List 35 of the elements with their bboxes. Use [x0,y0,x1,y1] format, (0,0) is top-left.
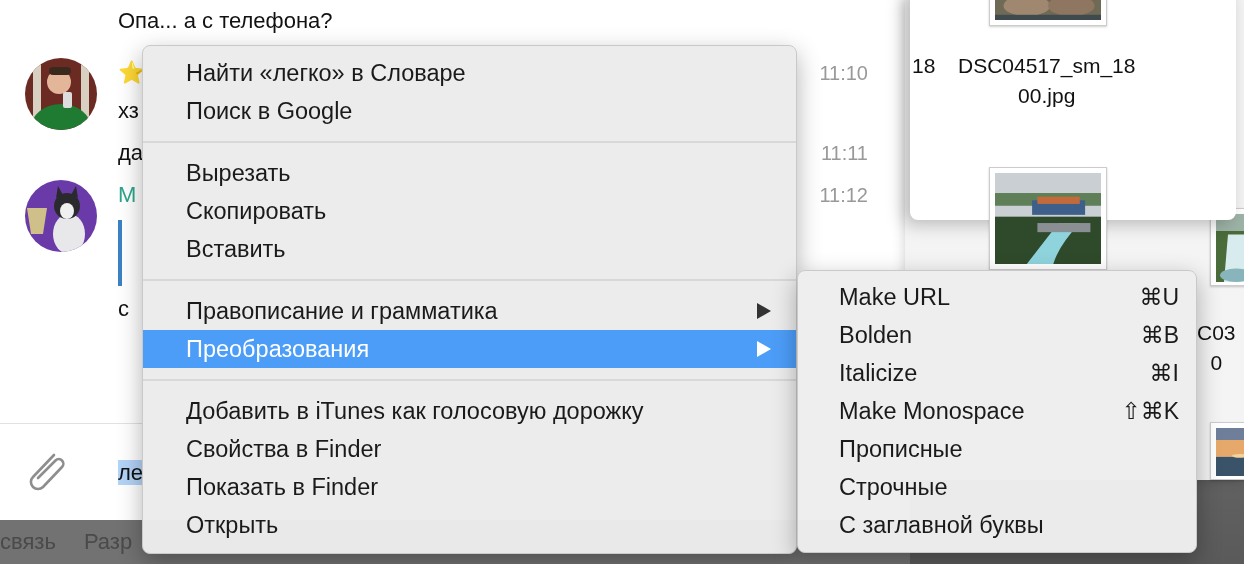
message-text: да [118,140,144,166]
file-name: DSC04517_sm_18 [958,53,1136,80]
file-name: 18 [912,53,936,79]
message-time: 11:11 [820,141,869,165]
message-text: хз [118,98,139,124]
message-text: с [118,296,129,322]
menu-item[interactable]: Найти «легко» в Словаре [143,54,796,92]
submenu-arrow-icon [756,340,772,358]
menu-item[interactable]: Вырезать [143,154,796,192]
menu-item[interactable]: Скопировать [143,192,796,230]
menu-item[interactable]: Italicize ⌘I [798,354,1196,392]
message-time: 11:12 [819,183,869,207]
menu-item[interactable]: Поиск в Google [143,92,796,130]
menu-item[interactable]: Открыть [143,506,796,544]
menu-item[interactable]: Свойства в Finder [143,430,796,468]
menu-item[interactable]: Показать в Finder [143,468,796,506]
message-input[interactable]: ле [118,458,144,486]
menu-item[interactable]: Прописные [798,430,1196,468]
menu-item[interactable]: Правописание и грамматика [143,292,796,330]
menu-item[interactable]: Вставить [143,230,796,268]
file-name: 0 [1210,350,1223,376]
menu-item[interactable]: Bolden ⌘B [798,316,1196,354]
message-text: ⭐ [118,60,145,86]
author-name: М [118,182,137,208]
menu-item[interactable]: Строчные [798,468,1196,506]
file-name: C03 [1197,320,1236,346]
submenu-arrow-icon [756,302,772,320]
message-time: 11:10 [819,61,869,85]
message-text: Опа... а с телефона? [118,8,333,34]
menu-item[interactable]: Make URL ⌘U [798,278,1196,316]
file-name: 00.jpg [1018,83,1076,109]
menu-item[interactable]: Добавить в iTunes как голосовую дорожку [143,392,796,430]
menu-item[interactable]: С заглавной буквы [798,506,1196,544]
quote-bar [118,220,122,286]
menu-item[interactable]: Make Monospace ⇧⌘K [798,392,1196,430]
